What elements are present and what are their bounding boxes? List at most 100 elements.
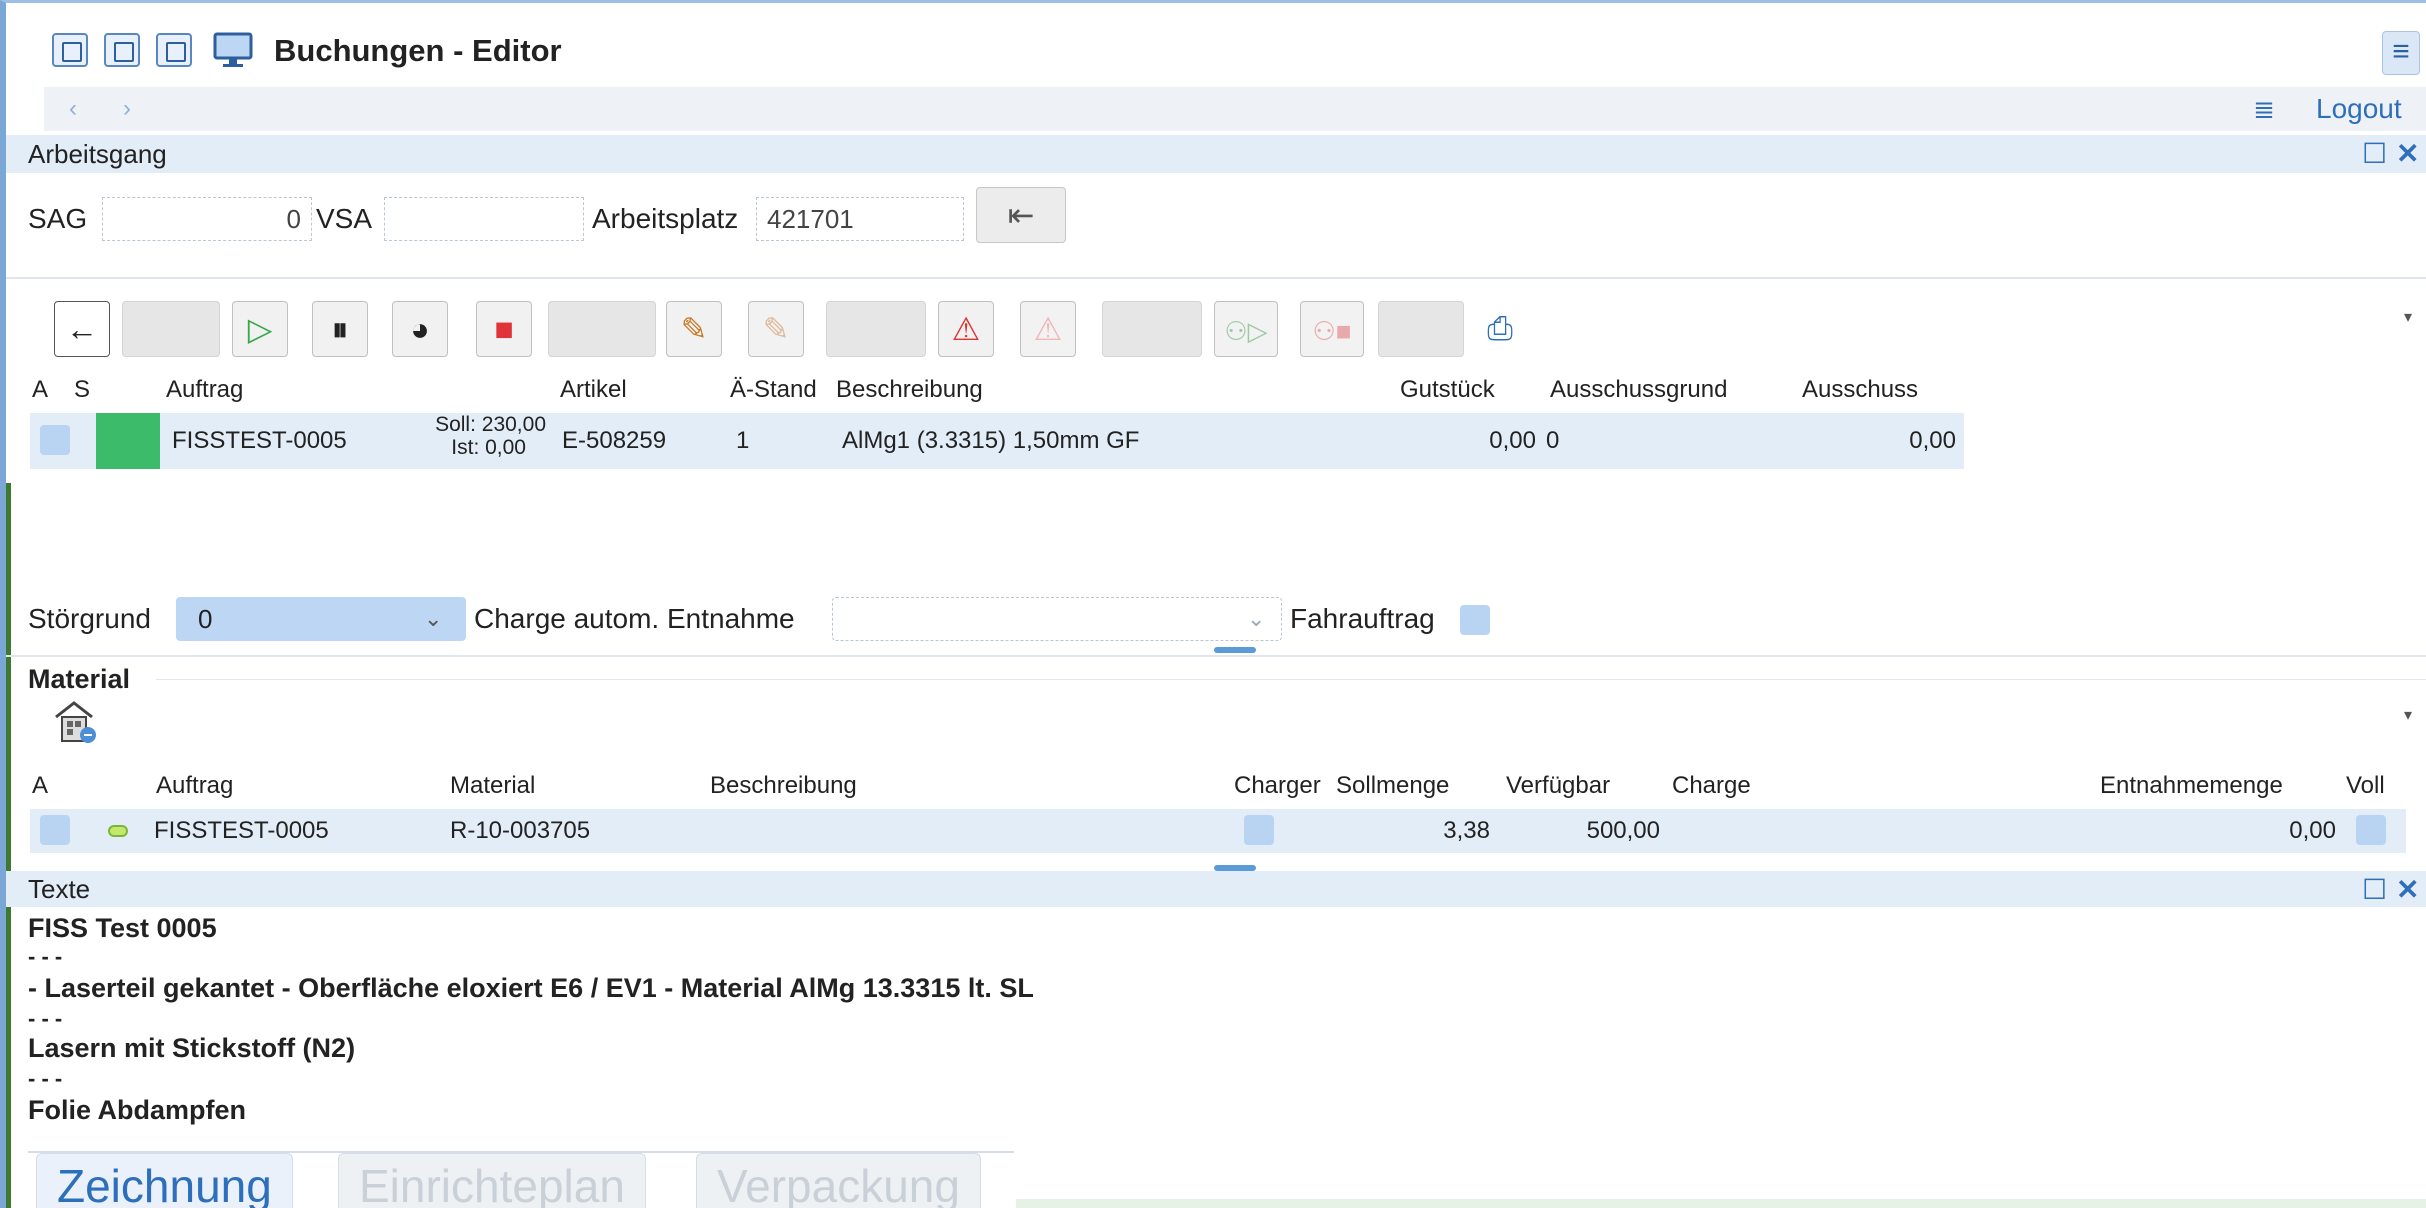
mcol-auftrag[interactable]: Auftrag bbox=[156, 769, 233, 803]
chevron-down-icon: ⌄ bbox=[1247, 606, 1266, 631]
print-button[interactable]: ⎙ bbox=[1472, 301, 1528, 357]
mcol-sollmenge[interactable]: Sollmenge bbox=[1336, 769, 1449, 803]
maximize-icon[interactable]: ☐ bbox=[2362, 871, 2387, 909]
nav-forward-icon[interactable]: › bbox=[112, 93, 142, 125]
mrow-entnahmemenge[interactable]: 0,00 bbox=[2100, 814, 2336, 848]
tab-zeichnung[interactable]: Zeichnung bbox=[36, 1153, 293, 1208]
nav-back-icon[interactable]: ‹ bbox=[58, 93, 88, 125]
collapse-material-icon[interactable]: ▾ bbox=[2404, 705, 2412, 725]
col-a-stand[interactable]: Ä-Stand bbox=[730, 373, 817, 407]
col-auftrag[interactable]: Auftrag bbox=[166, 373, 243, 407]
chevron-down-icon: ⌄ bbox=[424, 606, 443, 631]
arbeitsplatz-label: Arbeitsplatz bbox=[592, 203, 739, 234]
list-view-icon[interactable] bbox=[52, 33, 88, 67]
warning-icon: ⚠ bbox=[951, 311, 981, 347]
text-line: Folie Abdampfen bbox=[28, 1095, 247, 1125]
sag-label: SAG bbox=[28, 203, 88, 234]
stoergrund-value: 0 bbox=[198, 604, 213, 634]
toolbar-spacer bbox=[122, 301, 220, 357]
row-soll: Soll: 230,00 bbox=[435, 413, 546, 436]
toolbar-spacer bbox=[1102, 301, 1202, 357]
back-button[interactable]: ← bbox=[54, 301, 110, 357]
row-select-checkbox[interactable] bbox=[40, 815, 70, 845]
start-button[interactable]: ▷ bbox=[232, 301, 288, 357]
person-start-button[interactable]: ⚇▷ bbox=[1214, 301, 1278, 357]
list-menu-icon[interactable]: ≣ bbox=[2244, 93, 2284, 125]
disturbance-button[interactable]: ⚠ bbox=[938, 301, 994, 357]
text-line: - Laserteil gekantet - Oberfläche eloxie… bbox=[28, 973, 1034, 1003]
close-icon[interactable]: ✕ bbox=[2396, 135, 2419, 173]
material-title: Material bbox=[28, 664, 131, 694]
mcol-material[interactable]: Material bbox=[450, 769, 535, 803]
text-line: - - - bbox=[28, 944, 63, 969]
tab-verpackung[interactable]: Verpackung bbox=[696, 1153, 981, 1208]
text-line: - - - bbox=[28, 1066, 63, 1091]
stoergrund-select[interactable]: 0 ⌄ bbox=[176, 597, 466, 641]
monitor-icon[interactable] bbox=[212, 31, 256, 71]
stop-button[interactable]: ■ bbox=[476, 301, 532, 357]
detail-view-icon[interactable] bbox=[156, 33, 192, 67]
texte-header: Texte bbox=[6, 871, 2426, 907]
tab-einrichteplan[interactable]: Einrichteplan bbox=[338, 1153, 646, 1208]
mcol-voll[interactable]: Voll bbox=[2346, 769, 2385, 803]
status-indicator bbox=[96, 413, 160, 469]
mcol-entnahmemenge[interactable]: Entnahmemenge bbox=[2100, 769, 2283, 803]
arbeitsgang-header: Arbeitsgang bbox=[6, 135, 2426, 173]
mcol-beschreibung[interactable]: Beschreibung bbox=[710, 769, 857, 803]
status-pill-icon bbox=[108, 825, 128, 837]
charger-checkbox[interactable] bbox=[1244, 815, 1274, 845]
warning-disabled-icon: ⚠ bbox=[1033, 311, 1063, 347]
arbeitsplatz-input[interactable]: 421701 bbox=[756, 197, 964, 241]
table-row[interactable] bbox=[30, 809, 2406, 853]
charge-select[interactable]: ⌄ bbox=[832, 597, 1282, 641]
section-divider bbox=[6, 655, 2426, 657]
col-a: A bbox=[32, 376, 49, 403]
col-artikel[interactable]: Artikel bbox=[560, 373, 627, 407]
col-gutstueck[interactable]: Gutstück bbox=[1400, 373, 1495, 407]
row-gutstueck: 0,00 bbox=[1489, 427, 1536, 454]
text-line: - - - bbox=[28, 1006, 63, 1031]
row-select-checkbox[interactable] bbox=[40, 425, 70, 455]
setup-disabled-button[interactable]: ✎ bbox=[748, 301, 804, 357]
mrow-auftrag: FISSTEST-0005 bbox=[154, 817, 329, 844]
mcol-charger[interactable]: Charger bbox=[1234, 769, 1321, 803]
warehouse-icon[interactable] bbox=[52, 699, 98, 745]
setup-button[interactable]: ✎ bbox=[666, 301, 722, 357]
fahrauftrag-checkbox[interactable] bbox=[1460, 605, 1490, 635]
row-auftrag: FISSTEST-0005 bbox=[172, 427, 347, 454]
enter-workplace-button[interactable]: ⇤ bbox=[976, 187, 1066, 243]
collapse-toolbar-icon[interactable]: ▾ bbox=[2404, 307, 2412, 327]
mcol-charge[interactable]: Charge bbox=[1672, 769, 1751, 803]
vsa-input[interactable] bbox=[384, 197, 584, 241]
search-view-icon[interactable] bbox=[104, 33, 140, 67]
arbeitsgang-title: Arbeitsgang bbox=[28, 139, 167, 169]
main-menu-icon[interactable]: ≡ bbox=[2382, 31, 2420, 75]
col-beschreibung[interactable]: Beschreibung bbox=[836, 373, 983, 407]
person-stop-button[interactable]: ⚇■ bbox=[1300, 301, 1364, 357]
maximize-icon[interactable]: ☐ bbox=[2362, 135, 2387, 173]
mrow-sollmenge: 3,38 bbox=[1443, 817, 1490, 844]
mcol-verfuegbar[interactable]: Verfügbar bbox=[1506, 769, 1610, 803]
disturbance-disabled-button[interactable]: ⚠ bbox=[1020, 301, 1076, 357]
voll-checkbox[interactable] bbox=[2356, 815, 2386, 845]
pause-button[interactable]: ⏸ bbox=[312, 301, 368, 357]
col-ausschuss[interactable]: Ausschuss bbox=[1802, 373, 1918, 407]
col-s: S bbox=[74, 376, 91, 403]
toolbar-spacer bbox=[826, 301, 926, 357]
login-arrow-icon: ⇤ bbox=[1007, 197, 1035, 233]
col-ausschussgrund[interactable]: Ausschussgrund bbox=[1550, 373, 1727, 407]
window-title: Buchungen - Editor bbox=[274, 33, 562, 68]
material-title-rule bbox=[156, 679, 2426, 680]
row-ist: Ist: 0,00 bbox=[451, 436, 526, 459]
stop-icon: ■ bbox=[494, 311, 514, 347]
app-window: Buchungen - Editor ≡ ‹ › ≣ Logout Arbeit… bbox=[0, 0, 2426, 1208]
text-line: Lasern mit Stickstoff (N2) bbox=[28, 1033, 356, 1063]
back-arrow-icon: ← bbox=[66, 311, 98, 347]
partial-finish-button[interactable]: ◕ bbox=[392, 301, 448, 357]
row-ausschuss: 0,00 bbox=[1909, 427, 1956, 454]
logout-link[interactable]: Logout bbox=[2316, 91, 2402, 127]
sag-input[interactable]: 0 bbox=[102, 197, 312, 241]
toolbar-spacer bbox=[548, 301, 656, 357]
resize-handle[interactable] bbox=[1214, 647, 1256, 653]
close-icon[interactable]: ✕ bbox=[2396, 871, 2419, 909]
